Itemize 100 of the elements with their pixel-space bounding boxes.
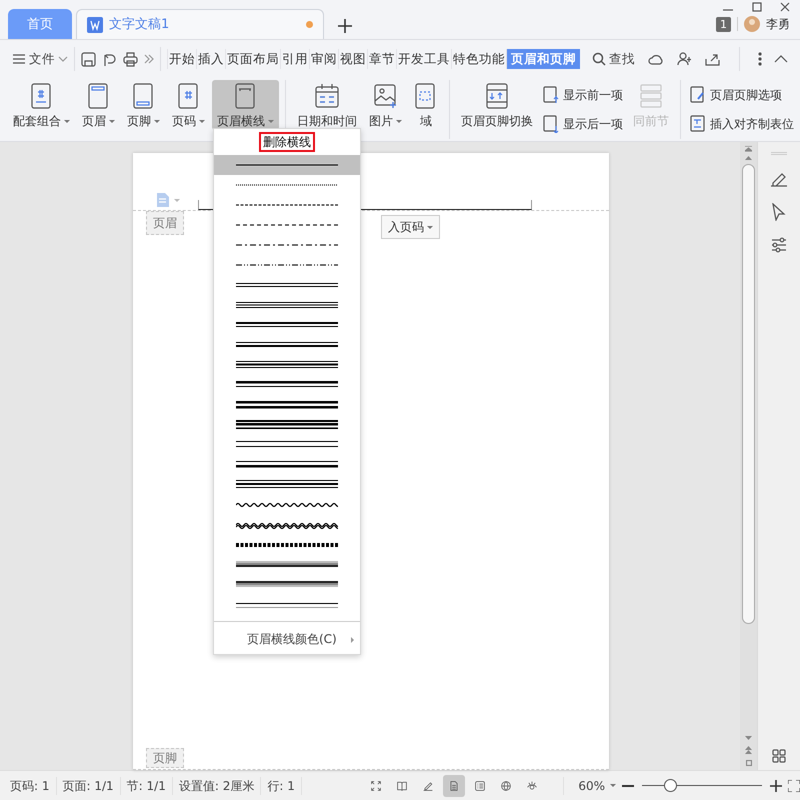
cursor-icon[interactable] (772, 203, 786, 221)
status-item: 页码: 1 (4, 776, 56, 794)
ribbon-button[interactable]: 插入对齐制表位 (687, 113, 797, 136)
print-icon[interactable] (123, 52, 138, 66)
scroll-up-icon (745, 156, 752, 160)
line-sample-icon (236, 320, 338, 330)
menu-icon (12, 53, 26, 65)
line-sample-icon (236, 520, 338, 530)
scroll-thumb[interactable] (742, 164, 755, 624)
ribbon-button[interactable]: 页脚 (122, 80, 165, 130)
page-number-icon (176, 83, 200, 109)
fit-icon[interactable] (788, 780, 800, 792)
submenu-arrow-icon (351, 636, 354, 643)
undo-icon[interactable] (102, 52, 117, 66)
menu-tab[interactable]: 插入 (196, 49, 225, 69)
save-icon[interactable] (81, 52, 96, 66)
line-sample-icon (236, 460, 338, 470)
kebab-icon[interactable] (758, 52, 762, 66)
ribbon-button[interactable]: 显示前一项 (540, 84, 626, 106)
scroll-down-icon (745, 736, 752, 740)
line-sample-icon (236, 420, 338, 430)
add-user-icon[interactable] (677, 52, 693, 66)
slider-thumb[interactable] (664, 779, 677, 792)
options-icon (690, 86, 706, 104)
share-icon[interactable] (705, 52, 721, 66)
grid-icon[interactable] (772, 748, 786, 763)
cloud-icon[interactable] (648, 52, 665, 66)
line-sample-icon (236, 400, 338, 410)
switch-icon (485, 83, 509, 109)
zoom-level-button[interactable]: 60% (563, 776, 616, 794)
ribbon-button[interactable]: 图片 (364, 80, 407, 130)
collapse-icon[interactable] (774, 55, 788, 63)
select-object-icon (746, 760, 752, 766)
menu-tab[interactable]: 开始 (167, 49, 196, 69)
scrollbar[interactable] (740, 142, 757, 770)
ribbon-button[interactable]: 页眉页脚选项 (687, 84, 797, 106)
line-sample-icon (236, 560, 338, 570)
line-sample-icon (236, 480, 338, 490)
combo-icon (30, 83, 54, 109)
more-icon[interactable] (144, 54, 154, 64)
notification-count[interactable]: 1 (716, 16, 731, 32)
line-sample-icon (236, 360, 338, 370)
line-style-option[interactable] (214, 155, 360, 175)
line-sample-icon (236, 380, 338, 390)
status-item: 行: 1 (261, 776, 302, 794)
line-sample-icon (236, 580, 338, 590)
status-item: 设置值: 2厘米 (172, 776, 262, 794)
line-sample-icon (236, 300, 338, 310)
document-icon (87, 16, 103, 32)
link-previous-icon (639, 83, 663, 109)
menu-tab[interactable]: 审阅 (309, 49, 338, 69)
line-sample-icon (236, 600, 338, 610)
zoom-out-icon[interactable] (622, 784, 634, 788)
maximize-icon[interactable] (752, 2, 762, 12)
file-menu[interactable]: 文件 (12, 50, 68, 68)
ribbon-button[interactable]: 页眉横线 (212, 80, 279, 130)
scroll-top-icon (745, 146, 752, 152)
line-color-option[interactable]: 页眉横线颜色(C) (214, 621, 360, 650)
status-item: 节: 1/1 (120, 776, 173, 794)
menu-tab[interactable]: 引用 (280, 49, 309, 69)
line-sample-icon (236, 540, 338, 550)
view-mode-button[interactable] (443, 774, 466, 796)
next-icon (543, 115, 559, 134)
line-sample-icon (236, 280, 338, 290)
menu-tab[interactable]: 页面布局 (225, 49, 280, 69)
previous-icon (543, 86, 559, 104)
ribbon-button[interactable]: 页眉 (77, 80, 120, 130)
previous-page-icon (745, 746, 752, 754)
line-sample-icon (236, 500, 338, 510)
sliders-icon[interactable] (771, 237, 787, 253)
ribbon-button[interactable]: 域 (409, 80, 443, 130)
ribbon-button[interactable]: 配套组合 (8, 80, 75, 130)
line-sample-icon (236, 440, 338, 450)
pen-icon[interactable] (770, 171, 788, 187)
tab[interactable]: 文字文稿1 (76, 9, 324, 39)
search-button[interactable]: 查找 (592, 50, 635, 68)
insert-page-number-button[interactable]: 入页码 (381, 215, 440, 239)
header-label: 页眉 (146, 211, 184, 235)
tab-stop-icon (690, 115, 706, 134)
header-icon (86, 83, 110, 109)
menu-tab[interactable]: 开发工具 (396, 49, 451, 69)
search-icon (592, 52, 606, 66)
menu-tab[interactable]: 章节 (367, 49, 396, 69)
ribbon-button[interactable]: 页码 (167, 80, 210, 130)
menu-tab[interactable]: 视图 (338, 49, 367, 69)
ribbon-button[interactable]: 显示后一项 (540, 113, 626, 136)
ribbon-button[interactable]: 页眉页脚切换 (456, 80, 538, 130)
picture-icon (374, 83, 398, 109)
document-icon (157, 193, 169, 207)
zoom-in-icon[interactable] (770, 780, 782, 792)
delete-line-option[interactable]: 删除横线 (259, 132, 315, 152)
footer-label: 页脚 (146, 748, 184, 768)
chevron-icon (58, 56, 68, 62)
user-name[interactable]: 李勇 (766, 15, 790, 33)
calendar-icon (315, 83, 339, 109)
footer-icon (132, 83, 156, 109)
status-item: 页面: 1/1 (56, 776, 121, 794)
plus-icon[interactable] (338, 19, 352, 33)
line-sample-icon (236, 340, 338, 350)
close-icon[interactable] (780, 2, 790, 12)
